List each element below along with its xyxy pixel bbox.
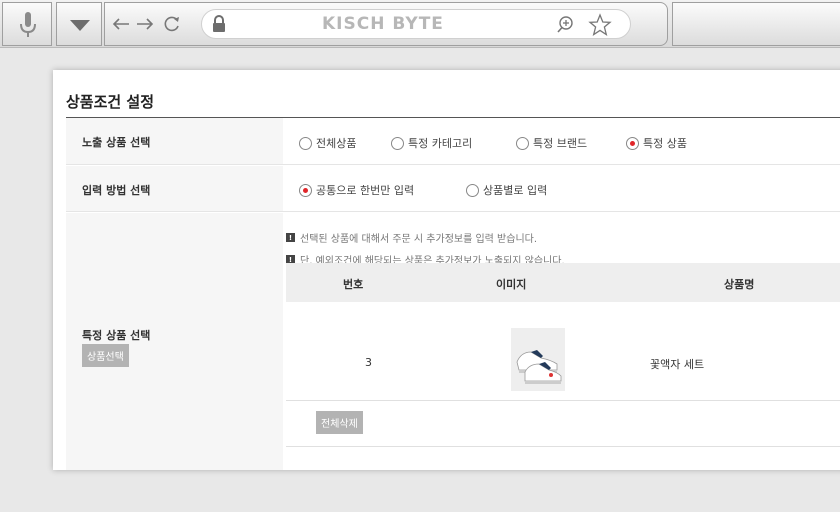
radio-all-products[interactable]: 전체상품 (299, 135, 356, 151)
star-icon[interactable] (588, 13, 612, 37)
reload-button[interactable] (161, 11, 183, 37)
delete-all-button[interactable]: 전체삭제 (316, 411, 363, 434)
sneaker-image (511, 328, 565, 391)
radio-circle-selected[interactable] (299, 183, 312, 197)
settings-card: 상품조건 설정 노출 상품 선택 전체상품 특정 카테고리 특정 브랜드 특정 … (53, 70, 840, 470)
option-label: 특정 브랜드 (533, 137, 588, 150)
table-header: 번호 이미지 상품명 (286, 263, 840, 302)
row-header: 노출 상품 선택 (66, 118, 283, 164)
address-bar-container: KISCH BYTE (104, 2, 668, 46)
back-button[interactable] (111, 11, 131, 37)
toolbar-extra (672, 2, 840, 46)
radio-per-product[interactable]: 상품별로 입력 (466, 182, 547, 198)
browser-toolbar: KISCH BYTE (0, 0, 840, 48)
option-label: 전체상품 (316, 137, 357, 150)
dropdown-button[interactable] (56, 2, 102, 46)
zoom-icon[interactable] (556, 15, 574, 35)
note-text: 선택된 상품에 대해서 주문 시 추가정보를 입력 받습니다. (300, 234, 538, 245)
back-icon (112, 18, 129, 30)
exposure-label: 노출 상품 선택 (82, 136, 151, 149)
microphone-button[interactable] (2, 2, 52, 46)
forward-icon (137, 18, 154, 30)
lock-icon (213, 15, 225, 32)
product-select-label: 특정 상품 선택 (82, 329, 151, 342)
microphone-icon (20, 12, 36, 37)
info-icon: ! (286, 233, 295, 242)
dropdown-icon (70, 20, 90, 31)
radio-circle[interactable] (299, 136, 312, 150)
option-label: 공통으로 한번만 입력 (316, 184, 415, 197)
option-label: 특정 상품 (643, 137, 687, 150)
info-note: ! 선택된 상품에 대해서 주문 시 추가정보를 입력 받습니다. (286, 230, 537, 245)
url-text: KISCH BYTE (322, 14, 444, 34)
radio-circle[interactable] (391, 136, 404, 150)
select-product-button[interactable]: 상품선택 (82, 344, 129, 367)
radio-brand[interactable]: 특정 브랜드 (516, 135, 587, 151)
option-label: 특정 카테고리 (408, 137, 473, 150)
input-method-row: 입력 방법 선택 공통으로 한번만 입력 상품별로 입력 (66, 166, 840, 212)
row-divider (286, 446, 840, 447)
row-divider (286, 400, 840, 401)
header-product-name: 상품명 (724, 278, 755, 291)
exposure-row: 노출 상품 선택 전체상품 특정 카테고리 특정 브랜드 특정 상품 (66, 118, 840, 165)
option-label: 상품별로 입력 (483, 184, 548, 197)
radio-specific-product[interactable]: 특정 상품 (626, 135, 687, 151)
radio-circle-selected[interactable] (626, 136, 639, 150)
header-number: 번호 (343, 278, 364, 291)
input-method-label: 입력 방법 선택 (82, 184, 151, 197)
radio-circle[interactable] (516, 136, 529, 150)
product-image[interactable] (511, 328, 565, 391)
row-header: 특정 상품 선택 상품선택 (66, 213, 283, 470)
section-title: 상품조건 설정 (66, 93, 155, 111)
radio-category[interactable]: 특정 카테고리 (391, 135, 472, 151)
radio-circle[interactable] (466, 183, 479, 197)
forward-button[interactable] (135, 11, 155, 37)
row-header: 입력 방법 선택 (66, 166, 283, 211)
address-bar[interactable]: KISCH BYTE (201, 9, 631, 39)
cell-product-name[interactable]: 꽃액자 세트 (650, 356, 704, 372)
header-image: 이미지 (496, 278, 527, 291)
reload-icon (164, 16, 179, 32)
cell-number: 3 (365, 356, 372, 369)
radio-common-input[interactable]: 공통으로 한번만 입력 (299, 182, 414, 198)
